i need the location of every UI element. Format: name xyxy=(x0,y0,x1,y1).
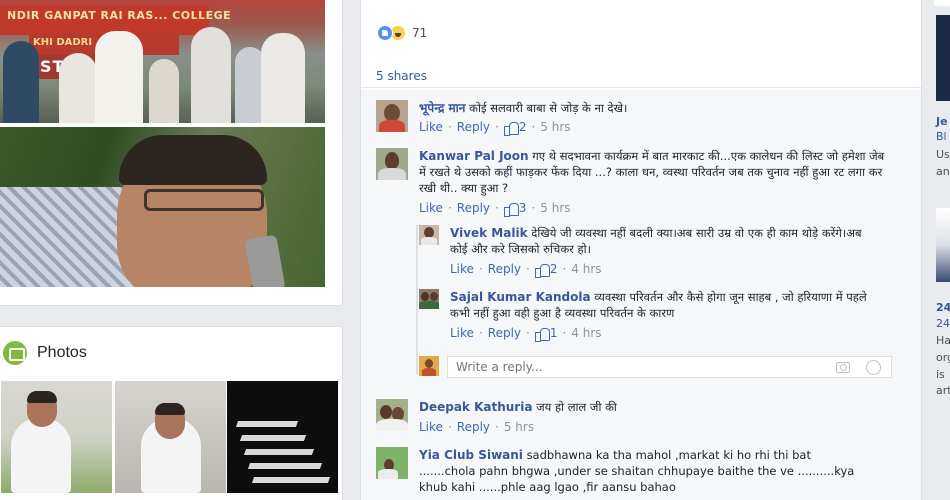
photos-icon xyxy=(3,341,27,365)
comment-author[interactable]: भूपेन्द्र मान xyxy=(419,101,465,115)
avatar[interactable] xyxy=(376,100,408,132)
reply-likes[interactable]: 2 xyxy=(534,262,557,278)
thumbs-up-icon xyxy=(534,327,550,342)
comment-time[interactable]: 5 hrs xyxy=(540,120,570,134)
comment-author[interactable]: Yia Club Siwani xyxy=(419,448,523,462)
reply-comment: Vivek Malik देखिये जी व्यवस्था नहीं बदली… xyxy=(419,225,899,281)
reply-time[interactable]: 4 hrs xyxy=(571,326,601,340)
right-sidebar-text[interactable]: 24 xyxy=(936,317,950,331)
reply-comment: Sajal Kumar Kandola व्यवस्था परिवर्तन और… xyxy=(419,289,899,345)
shares-link[interactable]: 5 shares xyxy=(376,69,427,83)
photos-card: Photos xyxy=(0,326,343,500)
reply-thread-line xyxy=(416,225,418,375)
right-sidebar-text: is xyxy=(936,368,945,381)
reply-button[interactable]: Reply xyxy=(488,262,521,276)
photos-header[interactable]: Photos xyxy=(3,341,87,365)
right-sidebar-text: art xyxy=(936,384,950,397)
photo-banner-text: NDIR GANPAT RAI RAS... COLLEGE xyxy=(0,5,231,35)
comment-likes[interactable]: 3 xyxy=(503,201,526,217)
right-sidebar-text[interactable]: Bl xyxy=(936,130,947,144)
reply-time[interactable]: 4 hrs xyxy=(571,262,601,276)
right-sidebar-text: an xyxy=(936,165,950,178)
like-button[interactable]: Like xyxy=(450,262,474,276)
right-sidebar-text: org xyxy=(936,351,950,364)
right-sidebar-text: Ha xyxy=(936,334,950,347)
thumbs-up-icon xyxy=(503,202,519,217)
reply-composer[interactable] xyxy=(447,356,892,378)
reply-button[interactable]: Reply xyxy=(488,326,521,340)
reply-likes[interactable]: 1 xyxy=(534,326,557,342)
thumbs-up-icon xyxy=(503,121,519,136)
like-button[interactable]: Like xyxy=(419,420,443,434)
comment-time[interactable]: 5 hrs xyxy=(504,420,534,434)
emoji-icon[interactable] xyxy=(866,359,881,375)
reply-author[interactable]: Vivek Malik xyxy=(450,226,528,240)
comments-section: भूपेन्द्र मान कोई सलवारी बाबा से जोड़ के… xyxy=(361,90,921,500)
comment-text: कोई सलवारी बाबा से जोड़ के ना देखे। xyxy=(469,101,628,115)
avatar[interactable] xyxy=(419,225,439,245)
avatar[interactable] xyxy=(376,148,408,180)
comment-likes[interactable]: 2 xyxy=(503,120,526,136)
comment-author[interactable]: Deepak Kathuria xyxy=(419,400,532,414)
comment: Kanwar Pal Joon गए थे सदभावना कार्यक्रम … xyxy=(376,148,906,228)
comment-time[interactable]: 5 hrs xyxy=(540,201,570,215)
like-reaction-icon xyxy=(377,25,393,41)
college-event-photo[interactable]: NDIR GANPAT RAI RAS... COLLEGE KHI DADRI… xyxy=(0,0,325,123)
profile-photos-card: NDIR GANPAT RAI RAS... COLLEGE KHI DADRI… xyxy=(0,0,343,306)
right-sidebar-text[interactable]: 24 xyxy=(936,301,950,315)
post-card: 71 5 shares भूपेन्द्र मान कोई सलवारी बाब… xyxy=(360,0,922,500)
avatar[interactable] xyxy=(376,399,408,431)
divider xyxy=(361,87,921,88)
man-on-phone-photo[interactable] xyxy=(0,127,325,287)
like-button[interactable]: Like xyxy=(419,120,443,134)
comment: Deepak Kathuria जय हो लाल जी की Like · Re… xyxy=(376,399,906,439)
right-sidebar-text: Us xyxy=(936,148,950,161)
reply-button[interactable]: Reply xyxy=(457,201,490,215)
photo-thumbnail[interactable] xyxy=(115,381,226,493)
reply-button[interactable]: Reply xyxy=(457,420,490,434)
photo-thumbnail[interactable] xyxy=(227,381,338,493)
reply-input[interactable] xyxy=(448,360,836,374)
camera-icon[interactable] xyxy=(836,361,850,373)
comment: भूपेन्द्र मान कोई सलवारी बाबा से जोड़ के… xyxy=(376,100,906,142)
reaction-count: 71 xyxy=(412,26,428,40)
right-sidebar-text[interactable]: Je xyxy=(936,115,948,129)
ad-image[interactable] xyxy=(936,15,950,101)
current-user-avatar[interactable] xyxy=(419,356,439,376)
ad-image[interactable] xyxy=(936,208,950,282)
reply-button[interactable]: Reply xyxy=(457,120,490,134)
avatar[interactable] xyxy=(376,447,408,479)
right-card-edge xyxy=(934,0,950,6)
reply-author[interactable]: Sajal Kumar Kandola xyxy=(450,290,591,304)
like-button[interactable]: Like xyxy=(419,201,443,215)
photo-thumbnail[interactable] xyxy=(1,381,112,493)
reactions-summary[interactable]: 71 xyxy=(377,25,427,41)
like-button[interactable]: Like xyxy=(450,326,474,340)
photos-title: Photos xyxy=(37,344,87,361)
comment-author[interactable]: Kanwar Pal Joon xyxy=(419,149,529,163)
avatar[interactable] xyxy=(419,289,439,309)
comment-text: जय हो लाल जी की xyxy=(536,400,617,414)
right-sidebar: Je Bl Us an 24 24 Ha org is art xyxy=(930,0,950,500)
comment: Yia Club Siwani sadbhawna ka tha mahol ,… xyxy=(376,447,906,500)
thumbs-up-icon xyxy=(534,263,550,278)
